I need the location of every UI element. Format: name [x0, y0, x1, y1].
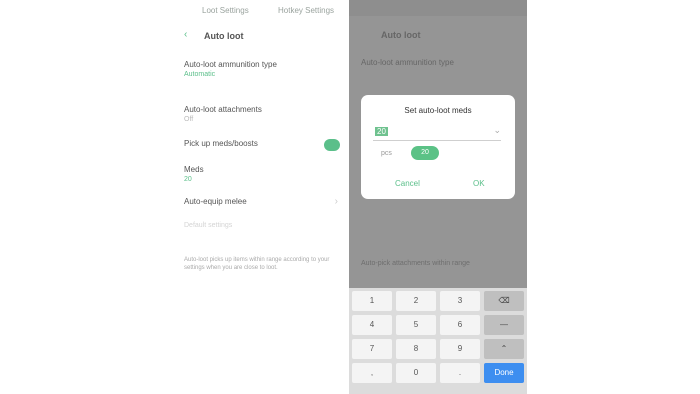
setting-value: Off: [184, 116, 194, 123]
tab-loot-settings[interactable]: Loot Settings: [202, 6, 249, 15]
cancel-button[interactable]: Cancel: [395, 179, 420, 188]
meds-count-input[interactable]: 20 ⌄: [373, 125, 501, 141]
setting-row-ammo[interactable]: Auto-loot ammunition type Automatic: [184, 60, 340, 78]
meds-count-dialog: Set auto-loot meds 20 ⌄ pcs 20 Cancel OK: [361, 95, 515, 199]
setting-label: Meds: [184, 165, 204, 174]
setting-label: Auto-loot attachments: [184, 105, 262, 114]
setting-row-melee[interactable]: Auto-equip melee ›: [184, 196, 340, 207]
phone-screen: Auto loot Auto-loot ammunition type Auto…: [349, 0, 527, 394]
key-5[interactable]: 5: [396, 315, 436, 335]
status-bar: [349, 0, 527, 16]
key-2[interactable]: 2: [396, 291, 436, 311]
meds-toggle-switch[interactable]: [324, 139, 340, 151]
setting-label: Pick up meds/boosts: [184, 139, 258, 148]
key-dash[interactable]: —: [484, 315, 524, 335]
settings-panel: Loot Settings Hotkey Settings ‹ Auto loo…: [174, 0, 348, 394]
setting-value: 20: [184, 176, 192, 183]
key-period[interactable]: .: [440, 363, 480, 383]
key-comma[interactable]: ,: [352, 363, 392, 383]
key-8[interactable]: 8: [396, 339, 436, 359]
key-caret[interactable]: ⌃: [484, 339, 524, 359]
input-value: 20: [375, 127, 388, 136]
back-arrow-icon[interactable]: ‹: [184, 29, 187, 40]
default-settings-hint: Default settings: [184, 222, 233, 229]
unit-label: pcs: [381, 150, 392, 157]
setting-label: Auto-loot ammunition type: [184, 60, 277, 69]
numeric-keyboard: 1 2 3 ⌫ 4 5 6 — 7 8 9 ⌃ , 0 . Done: [349, 288, 527, 394]
key-4[interactable]: 4: [352, 315, 392, 335]
chevron-down-icon[interactable]: ⌄: [493, 125, 501, 136]
key-6[interactable]: 6: [440, 315, 480, 335]
tab-hotkey-settings[interactable]: Hotkey Settings: [278, 6, 334, 15]
setting-row-meds-count[interactable]: Meds 20: [184, 165, 340, 183]
ok-button[interactable]: OK: [473, 179, 485, 188]
phone-setting-row: Auto-loot ammunition type: [361, 58, 454, 67]
setting-label: Auto-equip melee: [184, 197, 247, 206]
phone-setting-row-2: Auto-pick attachments within range: [361, 260, 470, 267]
key-3[interactable]: 3: [440, 291, 480, 311]
key-0[interactable]: 0: [396, 363, 436, 383]
setting-row-meds-toggle[interactable]: Pick up meds/boosts: [184, 139, 340, 151]
value-chip[interactable]: 20: [411, 146, 439, 160]
phone-page-title: Auto loot: [381, 30, 421, 40]
backspace-key[interactable]: ⌫: [484, 291, 524, 311]
setting-row-attachments[interactable]: Auto-loot attachments Off: [184, 105, 340, 123]
page-title: Auto loot: [204, 31, 244, 41]
tab-bar: Loot Settings Hotkey Settings: [174, 0, 348, 22]
key-9[interactable]: 9: [440, 339, 480, 359]
dialog-title: Set auto-loot meds: [404, 106, 472, 115]
done-key[interactable]: Done: [484, 363, 524, 383]
setting-value: Automatic: [184, 71, 216, 78]
key-7[interactable]: 7: [352, 339, 392, 359]
key-1[interactable]: 1: [352, 291, 392, 311]
chevron-right-icon: ›: [334, 196, 338, 207]
footer-description: Auto-loot picks up items within range ac…: [184, 257, 330, 271]
